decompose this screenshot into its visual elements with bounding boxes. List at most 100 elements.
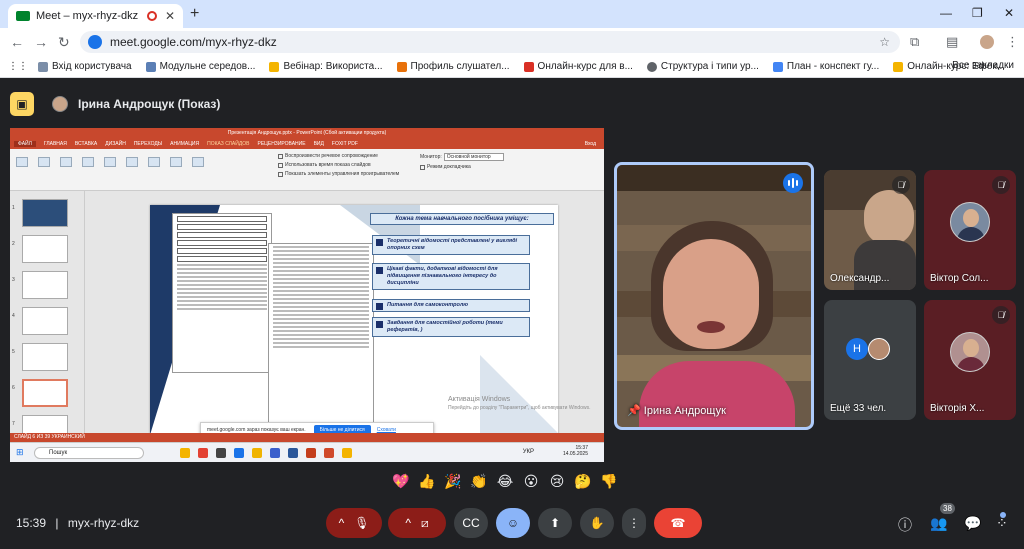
- ppt-menu-item[interactable]: ГЛАВНАЯ: [44, 141, 67, 147]
- ribbon-button[interactable]: [16, 157, 28, 167]
- chevron-up-icon[interactable]: ^: [405, 516, 411, 530]
- ribbon-button[interactable]: [38, 157, 50, 167]
- close-tab-icon[interactable]: ✕: [165, 9, 175, 23]
- reaction-sad-icon[interactable]: 😢: [546, 470, 568, 492]
- slide-thumb[interactable]: [22, 307, 68, 335]
- bookmark-star-icon[interactable]: ☆: [879, 35, 890, 49]
- windows-start-icon[interactable]: ⊞: [16, 447, 24, 458]
- pin-icon[interactable]: 📌: [627, 405, 644, 417]
- presentation-icon[interactable]: ▣: [10, 92, 34, 116]
- taskbar-app-icon[interactable]: [234, 448, 244, 458]
- ppt-menu-item[interactable]: ПОКАЗ СЛАЙДОВ: [207, 141, 249, 147]
- minimize-icon[interactable]: —: [940, 6, 952, 20]
- reaction-laugh-icon[interactable]: 😂: [494, 470, 516, 492]
- reaction-surprised-icon[interactable]: 😮: [520, 470, 542, 492]
- slide-thumb[interactable]: [22, 235, 68, 263]
- taskbar-search[interactable]: Пошук: [34, 447, 144, 459]
- ppt-signin[interactable]: Вход: [585, 141, 596, 147]
- reaction-party-icon[interactable]: 🎉: [442, 470, 464, 492]
- reaction-thinking-icon[interactable]: 🤔: [572, 470, 594, 492]
- ribbon-button[interactable]: [148, 157, 160, 167]
- slide-thumb[interactable]: [22, 343, 68, 371]
- bookmark-item[interactable]: Вхід користувача: [38, 61, 132, 72]
- participant-tile[interactable]: 🎙̸ Віктор Сол...: [924, 170, 1016, 290]
- participant-tile[interactable]: 🎙̸ Олександр...: [824, 170, 916, 290]
- taskbar-app-icon[interactable]: [180, 448, 190, 458]
- bookmark-item[interactable]: Модульне середов...: [145, 61, 255, 72]
- monitor-select[interactable]: Основной монитор: [443, 153, 504, 161]
- presenter-mode-checkbox[interactable]: Режим докладчика: [420, 164, 504, 170]
- ppt-menu-item[interactable]: ВИД: [314, 141, 324, 147]
- bookmark-item[interactable]: Профиль слушател...: [396, 61, 510, 72]
- apps-icon[interactable]: ⋮⋮: [8, 61, 28, 72]
- sidepanel-icon[interactable]: ▤: [946, 34, 958, 50]
- ribbon-button[interactable]: [104, 157, 116, 167]
- ppt-menu-item[interactable]: АНИМАЦИЯ: [170, 141, 199, 147]
- slide-thumb[interactable]: [22, 271, 68, 299]
- reaction-clap-icon[interactable]: 👏: [468, 470, 490, 492]
- ribbon-button[interactable]: [126, 157, 138, 167]
- taskbar-app-icon[interactable]: [342, 448, 352, 458]
- profile-avatar[interactable]: [980, 35, 994, 49]
- maximize-icon[interactable]: ❐: [972, 6, 983, 20]
- extensions-icon[interactable]: ⧉: [910, 34, 919, 50]
- url-field[interactable]: meet.google.com/myx-rhyz-dkz ☆: [80, 31, 900, 53]
- raise-hand-button[interactable]: ✋: [580, 508, 614, 538]
- reaction-heart-icon[interactable]: 💖: [390, 470, 412, 492]
- people-icon[interactable]: 👥: [930, 515, 947, 532]
- more-options-button[interactable]: ⋮: [622, 508, 646, 538]
- browser-tab[interactable]: Meet – myx-rhyz-dkz ✕: [8, 4, 183, 28]
- taskbar-app-icon[interactable]: [270, 448, 280, 458]
- main-speaker-tile[interactable]: 📌 Ірина Андрощук: [614, 162, 814, 430]
- taskbar-app-icon[interactable]: [198, 448, 208, 458]
- meeting-details-icon[interactable]: ⓘ: [898, 515, 912, 535]
- all-bookmarks-button[interactable]: Все закладки: [952, 60, 1014, 71]
- ppt-menu-item[interactable]: РЕЦЕНЗИРОВАНИЕ: [257, 141, 305, 147]
- microphone-control[interactable]: ^ 🎙: [326, 508, 382, 538]
- slide-thumb-selected[interactable]: [22, 379, 68, 407]
- ribbon-button[interactable]: [170, 157, 182, 167]
- new-tab-button[interactable]: +: [190, 5, 199, 23]
- taskbar-app-icon[interactable]: [306, 448, 316, 458]
- ppt-menu-item[interactable]: ДИЗАЙН: [105, 141, 126, 147]
- chevron-up-icon[interactable]: ^: [339, 516, 345, 530]
- ribbon-button[interactable]: [192, 157, 204, 167]
- camera-off-icon[interactable]: ⧄: [421, 516, 429, 531]
- ppt-menu-item[interactable]: FOXIT PDF: [332, 141, 358, 147]
- taskbar-app-icon[interactable]: [324, 448, 334, 458]
- shared-screen[interactable]: Презентація Андрощук.pptx - PowerPoint (…: [10, 128, 604, 462]
- mic-off-icon[interactable]: 🎙: [354, 516, 369, 530]
- bookmark-item[interactable]: Структура і типи ур...: [646, 61, 759, 72]
- site-info-icon[interactable]: [88, 35, 102, 49]
- participant-tile[interactable]: 🎙̸ Вікторія Х...: [924, 300, 1016, 420]
- ppt-menu-item[interactable]: ФАЙЛ: [14, 141, 36, 147]
- menu-kebab-icon[interactable]: ⋮: [1006, 34, 1019, 50]
- slide-thumb[interactable]: [22, 199, 68, 227]
- ppt-menu-item[interactable]: ВСТАВКА: [75, 141, 97, 147]
- reaction-thumbs-up-icon[interactable]: 👍: [416, 470, 438, 492]
- ribbon-checkbox[interactable]: Использовать время показа слайдов: [278, 162, 399, 168]
- chat-icon[interactable]: 💬: [964, 515, 981, 532]
- ribbon-checkbox[interactable]: Показать элементы управления проигрывате…: [278, 171, 399, 177]
- present-screen-button[interactable]: ⬆: [538, 508, 572, 538]
- ppt-menu-item[interactable]: ПЕРЕХОДЫ: [134, 141, 162, 147]
- more-participants-tile[interactable]: Н Ещё 33 чел.: [824, 300, 916, 420]
- keyboard-language[interactable]: УКР: [523, 449, 534, 455]
- bookmark-item[interactable]: Онлайн-курс для в...: [523, 61, 633, 72]
- ribbon-checkbox[interactable]: Воспроизвести речевое сопровождение: [278, 153, 399, 159]
- reload-icon[interactable]: ↻: [58, 34, 70, 51]
- leave-call-button[interactable]: ☎: [654, 508, 702, 538]
- ribbon-button[interactable]: [60, 157, 72, 167]
- reaction-thumbs-down-icon[interactable]: 👎: [598, 470, 620, 492]
- taskbar-app-icon[interactable]: [216, 448, 226, 458]
- close-window-icon[interactable]: ✕: [1004, 6, 1014, 20]
- captions-button[interactable]: CC: [454, 508, 488, 538]
- back-icon[interactable]: ←: [10, 34, 24, 50]
- taskbar-app-icon[interactable]: [252, 448, 262, 458]
- bookmark-item[interactable]: Вебінар: Використа...: [269, 61, 383, 72]
- bookmark-item[interactable]: План - конспект гу...: [772, 61, 879, 72]
- emoji-button[interactable]: ☺: [496, 508, 530, 538]
- ribbon-button[interactable]: [82, 157, 94, 167]
- forward-icon[interactable]: →: [34, 34, 48, 50]
- camera-control[interactable]: ^ ⧄: [388, 508, 446, 538]
